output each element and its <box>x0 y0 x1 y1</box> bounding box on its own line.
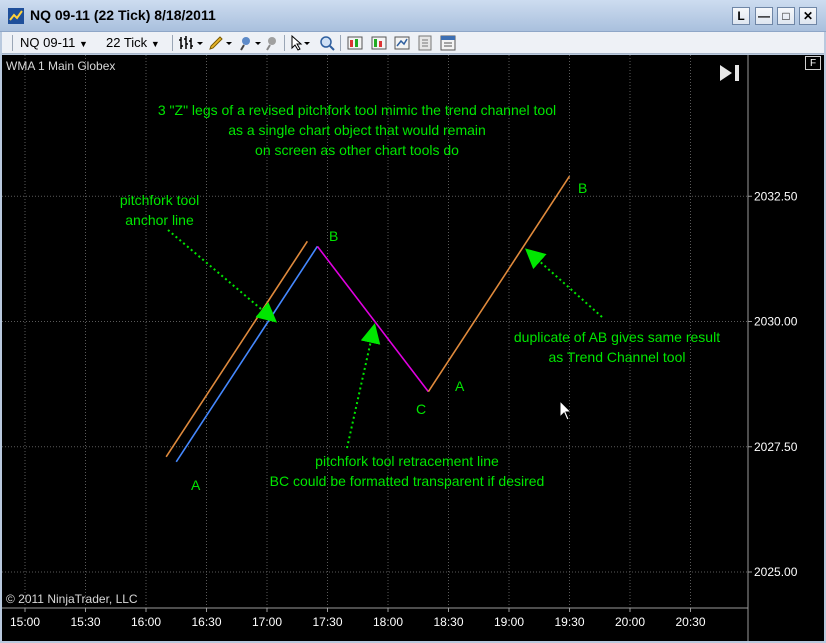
scroll-to-end-icon[interactable] <box>718 63 742 83</box>
channel-line-parallel <box>165 240 309 458</box>
bar-type-icon[interactable] <box>178 34 204 52</box>
x-tick-label: 17:00 <box>252 615 282 629</box>
toolbar-grip <box>12 35 13 51</box>
x-tick-label: 15:00 <box>10 615 40 629</box>
x-tick-label: 18:00 <box>373 615 403 629</box>
maximize-button[interactable]: □ <box>777 7 795 25</box>
main-annotation: 3 "Z" legs of a revised pitchfork tool m… <box>142 100 572 160</box>
close-button[interactable]: ✕ <box>799 7 817 25</box>
zoom-icon[interactable] <box>318 34 336 52</box>
pitchfork-retracement-line-bc <box>316 245 429 393</box>
toolbar-separator <box>172 35 173 51</box>
data-box-icon[interactable] <box>416 34 434 52</box>
minimize-button[interactable]: — <box>755 7 773 25</box>
duplicate-annotation-line-2: as Trend Channel tool <box>548 349 686 365</box>
toolbar-separator <box>284 35 285 51</box>
x-tick-label: 19:00 <box>494 615 524 629</box>
chevron-down-icon: ▼ <box>79 39 88 49</box>
x-tick-label: 19:30 <box>554 615 584 629</box>
layout-button[interactable]: L <box>732 7 750 25</box>
retracement-annotation-line-2: BC could be formatted transparent if des… <box>269 473 545 489</box>
x-tick-label: 20:30 <box>675 615 705 629</box>
f-button[interactable]: F <box>805 56 821 70</box>
anchor-line-annotation: pitchfork tool anchor line <box>92 190 227 230</box>
x-tick-label: 16:00 <box>131 615 161 629</box>
anchor-annotation-arrow <box>167 229 278 323</box>
indicator-label: WMA 1 Main Globex <box>6 59 116 73</box>
mouse-cursor-icon <box>559 400 573 421</box>
toolbar-separator <box>340 35 341 51</box>
point-label-c1: C <box>416 401 427 417</box>
main-annotation-line-3: on screen as other chart tools do <box>255 142 459 158</box>
anchor-annotation-line-2: anchor line <box>125 212 194 228</box>
chart-panel[interactable]: 15:00 15:30 16:00 16:30 17:00 17:30 18:00 18:30… <box>2 55 824 641</box>
main-annotation-line-2: as a single chart object that would rema… <box>228 122 486 138</box>
interval-selector[interactable]: 22 Tick ▼ <box>106 34 160 52</box>
x-tick-label: 16:30 <box>191 615 221 629</box>
instrument-selector[interactable]: NQ 09-11 ▼ <box>20 34 88 52</box>
chart-properties-icon[interactable] <box>346 34 364 52</box>
duplicate-annotation: duplicate of AB gives same result as Tre… <box>497 327 737 367</box>
y-tick-label: 2032.50 <box>754 189 798 203</box>
x-tick-label: 20:00 <box>615 615 645 629</box>
chart-toolbar: NQ 09-11 ▼ 22 Tick ▼ <box>2 32 824 54</box>
chevron-down-icon: ▼ <box>150 39 160 49</box>
cursor-pointer-icon[interactable] <box>288 34 314 52</box>
drawing-tool-icon[interactable] <box>238 34 264 52</box>
retracement-annotation: pitchfork tool retracement line BC could… <box>252 451 562 491</box>
y-tick-label: 2027.50 <box>754 440 798 454</box>
strategies-icon[interactable] <box>393 34 411 52</box>
point-label-a2: A <box>455 378 465 394</box>
main-annotation-line-1: 3 "Z" legs of a revised pitchfork tool m… <box>157 102 557 118</box>
x-tick-label: 18:30 <box>433 615 463 629</box>
anchor-annotation-line-1: pitchfork tool <box>119 192 200 208</box>
ninjatrader-app-icon <box>8 8 24 24</box>
duplicate-annotation-arrow <box>525 248 603 318</box>
point-label-a1: A <box>191 477 201 493</box>
x-tick-label: 17:30 <box>312 615 342 629</box>
pencil-draw-icon[interactable] <box>208 34 234 52</box>
pitchfork-anchor-line-ab <box>175 245 319 463</box>
retracement-annotation-arrow <box>346 323 381 449</box>
indicators-icon[interactable] <box>370 34 388 52</box>
point-label-b2: B <box>578 180 588 196</box>
copyright-label: © 2011 NinjaTrader, LLC <box>6 592 138 606</box>
instrument-label: NQ 09-11 <box>20 35 76 50</box>
title-bar: NQ 09-11 (22 Tick) 8/18/2011 L — □ ✕ <box>0 0 826 32</box>
x-tick-label: 15:30 <box>70 615 100 629</box>
y-tick-label: 2030.00 <box>754 315 798 329</box>
retracement-annotation-line-1: pitchfork tool retracement line <box>315 453 499 469</box>
chart-trader-icon[interactable] <box>439 34 457 52</box>
point-label-b1: B <box>329 228 339 244</box>
window-title: NQ 09-11 (22 Tick) 8/18/2011 <box>30 7 216 23</box>
y-tick-label: 2025.00 <box>754 565 798 579</box>
attach-indicator-icon[interactable] <box>264 34 282 52</box>
duplicate-annotation-line-1: duplicate of AB gives same result <box>513 329 721 345</box>
interval-label: 22 Tick <box>106 35 148 50</box>
